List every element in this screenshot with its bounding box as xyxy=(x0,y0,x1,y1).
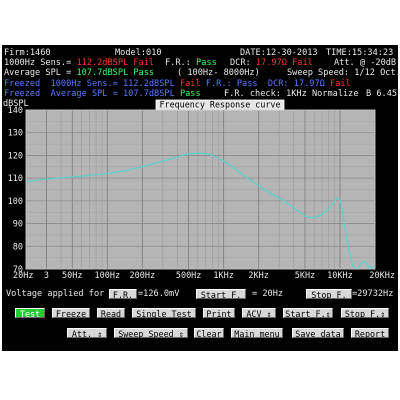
test-button[interactable]: Test xyxy=(15,308,45,319)
read-button[interactable]: Read xyxy=(97,308,125,319)
main-menu-button[interactable]: Main menu xyxy=(231,328,283,339)
y-tick-label: 130 xyxy=(8,129,23,139)
x-tick-label: 5KHz xyxy=(295,271,315,281)
y-tick-label: 100 xyxy=(8,197,23,207)
stop-frequency-value: =29732Hz xyxy=(352,289,394,299)
x-tick-label: 20Hz xyxy=(13,271,33,281)
fr-voltage-button[interactable]: F.R. xyxy=(109,289,137,300)
report-button[interactable]: Report xyxy=(351,328,389,339)
x-tick-label: 200Hz xyxy=(130,271,156,281)
y-tick-label: 110 xyxy=(8,174,23,184)
x-tick-label: 10KHz xyxy=(327,271,353,281)
x-tick-label: 1KHz xyxy=(213,271,233,281)
stop-frequency-button[interactable]: Stop F. xyxy=(306,289,352,300)
analyzer-screen: Firm:1460 Model:010 DATE:12-30-2013 TIME… xyxy=(2,45,398,351)
start-f-select-button[interactable]: Start F.⇕ xyxy=(283,308,333,319)
x-tick-label: 20KHz xyxy=(369,271,395,281)
y-tick-label: 90 xyxy=(13,220,23,230)
x-tick-label: 100Hz xyxy=(95,271,121,281)
single-test-button[interactable]: Single Test xyxy=(132,308,196,319)
x-tick-label: 500Hz xyxy=(176,271,202,281)
acv-button[interactable]: ACV ⇕ xyxy=(242,308,276,319)
fr-voltage-value: =126.0mV xyxy=(138,289,180,299)
save-data-button[interactable]: Save data xyxy=(292,328,344,339)
print-button[interactable]: Print xyxy=(203,308,235,319)
att-button[interactable]: Att. ⇕ xyxy=(67,328,107,339)
x-tick-label: 3 xyxy=(44,271,49,281)
freeze-button[interactable]: Freeze xyxy=(52,308,90,319)
start-frequency-button[interactable]: Start F. xyxy=(196,289,246,300)
x-tick-label: 2KHz xyxy=(248,271,268,281)
stop-f-select-button[interactable]: Stop F.⇕ xyxy=(341,308,389,319)
y-tick-label: 80 xyxy=(13,242,23,252)
frequency-response-chart: 70809010011012013014020Hz 3 50Hz 100Hz 200Hz… xyxy=(3,99,395,281)
voltage-label: Voltage applied for xyxy=(6,289,105,299)
x-tick-label: 50Hz xyxy=(62,271,82,281)
chart-title: Frequency Response curve xyxy=(159,100,280,110)
start-frequency-value: = 20Hz xyxy=(252,289,284,299)
y-tick-label: 120 xyxy=(8,151,23,161)
sweep-speed-button[interactable]: Sweep Speed ⇕ xyxy=(114,328,188,339)
clear-button[interactable]: Clear xyxy=(194,328,224,339)
y-axis-label: dBSPL xyxy=(3,99,29,109)
